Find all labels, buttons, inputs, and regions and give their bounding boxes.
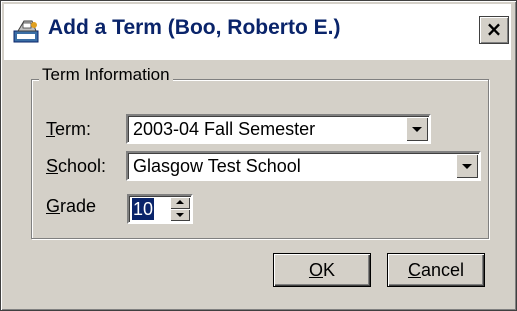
school-select-value: Glasgow Test School [133,156,301,176]
ok-button[interactable]: OK [273,253,371,287]
title-bar[interactable]: Add a Term (Boo, Roberto E.) × [4,4,511,60]
window-title: Add a Term (Boo, Roberto E.) [48,16,341,39]
term-label-rest: erm: [55,119,91,139]
ok-mnemonic: O [308,260,323,280]
close-button[interactable]: × [479,16,509,44]
grade-label: Grade [46,196,96,217]
school-label: School: [46,156,106,177]
grade-spinner[interactable]: 10 [127,194,193,224]
spin-buttons [170,197,190,221]
term-label-mnemonic: T [46,119,55,139]
school-select[interactable]: Glasgow Test School [126,151,481,181]
spin-down-icon[interactable] [170,209,190,221]
grade-label-mnemonic: G [46,196,61,216]
cancel-label-rest: ancel [420,260,465,280]
dropdown-arrow-icon[interactable] [456,154,478,178]
term-select[interactable]: 2003-04 Fall Semester [126,114,431,144]
close-icon: × [485,17,503,41]
term-label: Term: [46,119,91,140]
add-term-dialog: Add a Term (Boo, Roberto E.) × Term Info… [0,0,517,311]
term-select-value: 2003-04 Fall Semester [133,119,316,139]
grade-label-rest: rade [60,196,97,216]
dropdown-arrow-icon[interactable] [406,117,428,141]
ok-label-rest: K [323,260,336,280]
cancel-mnemonic: C [407,260,421,280]
spin-up-icon[interactable] [170,197,190,209]
grade-value[interactable]: 10 [132,198,155,220]
app-dialog-icon [13,20,39,43]
school-label-rest: chool: [58,156,107,176]
cancel-button[interactable]: Cancel [387,253,485,287]
group-legend: Term Information [39,65,173,85]
school-label-mnemonic: S [46,156,59,176]
